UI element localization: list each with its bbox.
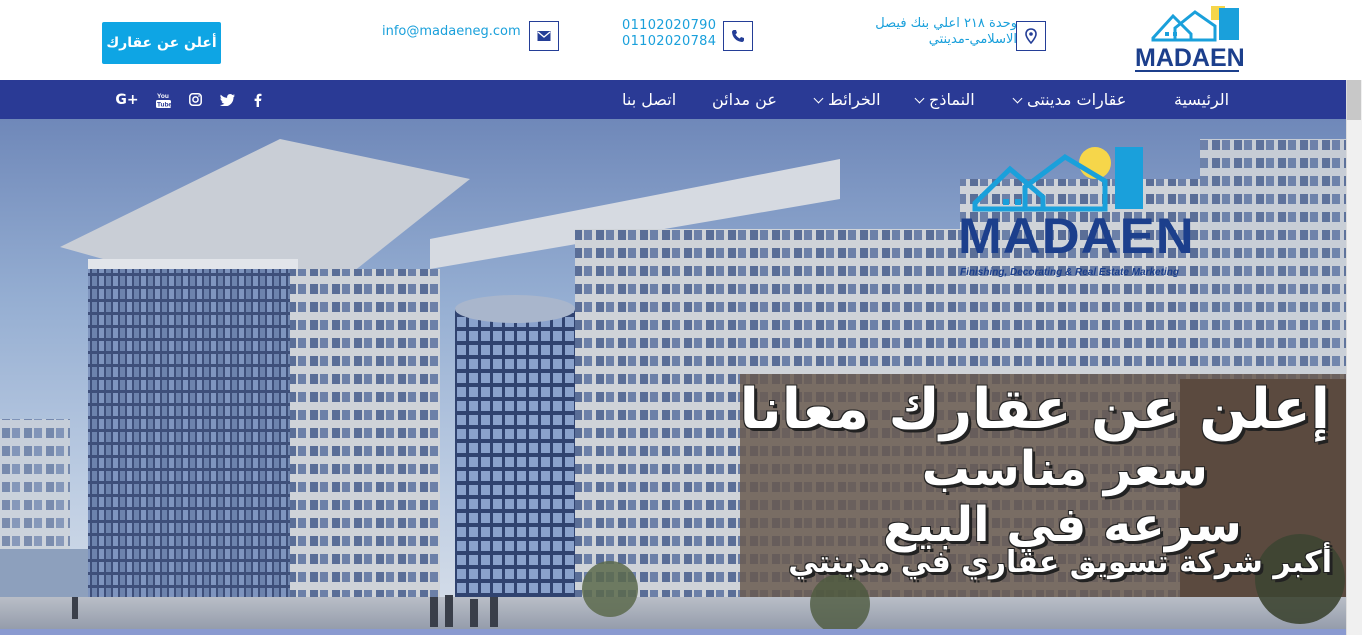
facebook-icon[interactable] bbox=[250, 80, 266, 119]
nav-item-home[interactable]: الرئيسية bbox=[1174, 80, 1229, 119]
chevron-down-icon bbox=[813, 93, 824, 104]
main-navbar: الرئيسية عقارات مدينتى النماذج الخرائط ع… bbox=[0, 80, 1346, 119]
chevron-down-icon bbox=[914, 93, 925, 104]
map-marker-icon bbox=[1016, 21, 1046, 51]
nav-item-models[interactable]: النماذج bbox=[914, 80, 975, 119]
email-link[interactable]: info@madaeneg.com bbox=[382, 24, 521, 40]
google-plus-icon[interactable]: G+ bbox=[114, 80, 140, 119]
slider-thumbnail-strip[interactable] bbox=[0, 629, 1346, 635]
nav-label-models: النماذج bbox=[929, 90, 975, 109]
hero-banner: MADAEN Finishing, Decorating & Real Esta… bbox=[0, 119, 1346, 635]
top-header: MADAEN وحدة ٢١٨ اعلي بنك فيصل الاسلامي-م… bbox=[0, 0, 1362, 80]
page-scrollbar[interactable] bbox=[1346, 80, 1362, 635]
advertise-property-button[interactable]: أعلن عن عقارك bbox=[102, 22, 221, 64]
hero-headline-4: أكبر شركة تسويق عقاري في مدينتي bbox=[788, 545, 1332, 580]
svg-text:You: You bbox=[157, 93, 169, 100]
hero-logo-text: MADAEN bbox=[958, 208, 1195, 264]
youtube-icon[interactable]: You Tube bbox=[153, 80, 173, 119]
scrollbar-thumb[interactable] bbox=[1347, 80, 1361, 120]
nav-label-home: الرئيسية bbox=[1174, 90, 1230, 109]
nav-item-maps[interactable]: الخرائط bbox=[813, 80, 881, 119]
twitter-icon[interactable] bbox=[218, 80, 236, 119]
nav-label-maps: الخرائط bbox=[828, 90, 881, 109]
phone-number-2[interactable]: 01102020784 bbox=[622, 34, 716, 50]
instagram-icon[interactable] bbox=[187, 80, 203, 119]
site-logo[interactable]: MADAEN bbox=[1133, 4, 1243, 76]
nav-label-contact: اتصل بنا bbox=[622, 90, 677, 109]
chevron-down-icon bbox=[1012, 93, 1023, 104]
svg-text:Tube: Tube bbox=[157, 101, 171, 108]
hero-headline-2: سعر مناسب bbox=[921, 441, 1208, 497]
logo-text: MADAEN bbox=[1135, 44, 1243, 72]
nav-item-about[interactable]: عن مدائن bbox=[712, 80, 777, 119]
nav-item-madinaty-properties[interactable]: عقارات مدينتى bbox=[1012, 80, 1127, 119]
phone-number-1[interactable]: 01102020790 bbox=[622, 18, 716, 34]
nav-label-properties: عقارات مدينتى bbox=[1027, 90, 1127, 109]
hero-logo-tagline: Finishing, Decorating & Real Estate Mark… bbox=[960, 267, 1179, 278]
nav-label-about: عن مدائن bbox=[712, 90, 777, 109]
phone-numbers[interactable]: 01102020790 01102020784 bbox=[622, 18, 716, 50]
hero-headline-1: إعلن عن عقارك معانا bbox=[739, 377, 1330, 442]
envelope-icon bbox=[529, 21, 559, 51]
nav-item-contact[interactable]: اتصل بنا bbox=[622, 80, 676, 119]
phone-icon bbox=[723, 21, 753, 51]
address-text: وحدة ٢١٨ اعلي بنك فيصل الاسلامي-مدينتي bbox=[875, 16, 1017, 47]
